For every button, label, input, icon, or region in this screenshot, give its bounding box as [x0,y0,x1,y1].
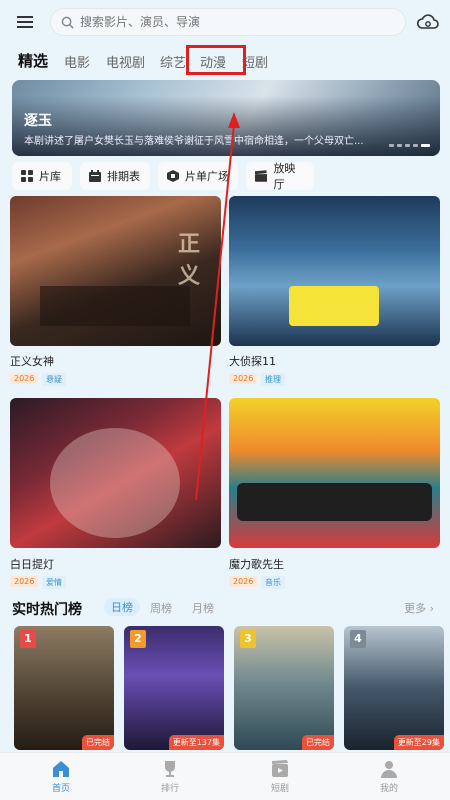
more-link[interactable]: 更多 › [404,600,434,616]
hot-ranking-header: 实时热门榜 日榜 周榜 月榜 更多 › [12,597,438,621]
tab-movies[interactable]: 电影 [64,52,90,71]
highlight-box [186,45,246,75]
poster-title-band [237,483,432,521]
poster-title: 大侦探11 [229,355,276,368]
tab-weekly[interactable]: 周榜 [150,600,172,616]
menu-button[interactable] [10,7,40,37]
home-icon [53,761,69,777]
poster-deco: 正义 [178,232,201,289]
nav-home[interactable]: 首页 [31,759,91,794]
carousel-dot [397,144,402,147]
genre-tag: 悬疑 [42,373,66,386]
year-tag: 2026 [10,373,39,384]
nav-profile[interactable]: 我的 [359,759,419,794]
hot-card[interactable]: 4 更新至29集 [344,626,444,750]
poster-figure [50,428,180,538]
search-icon [61,16,74,29]
carousel-dot [413,144,418,147]
tab-tv-series[interactable]: 电视剧 [106,52,145,71]
rank-badge: 4 [350,630,366,648]
banner-title: 逐玉 [24,113,52,129]
quick-link-cinema[interactable]: 放映厅 [246,162,314,191]
nav-label: 我的 [379,784,398,794]
bottom-navigation: 首页 排行 短剧 我的 [0,752,450,800]
poster-card[interactable]: 正义 [10,196,221,346]
carousel-indicator [389,144,430,147]
carousel-dot-active [421,144,430,147]
film-library-icon [21,170,33,182]
nav-label: 首页 [51,784,70,794]
status-badge: 已完结 [82,735,114,750]
rank-badge: 3 [240,630,256,648]
poster-figure [40,286,190,326]
playlist-icon [167,170,179,182]
banner-description: 本剧讲述了屠户女樊长玉与落难侯爷谢征于风雪中宿命相逢，一个父母双亡... [24,136,364,147]
status-badge: 更新至29集 [393,735,444,750]
tab-featured[interactable]: 精选 [18,50,48,71]
calendar-icon [89,170,101,182]
hamburger-menu-icon [17,16,33,28]
hot-ranking-title: 实时热门榜 [12,602,82,618]
cloud-icon [416,14,439,29]
profile-icon [381,761,397,778]
poster-title: 白日提灯 [10,558,54,571]
nav-ranking[interactable]: 排行 [140,759,200,794]
year-tag: 2026 [10,576,39,587]
featured-banner[interactable]: 逐玉 本剧讲述了屠户女樊长玉与落难侯爷谢征于风雪中宿命相逢，一个父母双亡... [12,80,440,156]
genre-tag: 音乐 [261,576,285,589]
carousel-dot [389,144,394,147]
rank-badge: 2 [130,630,146,648]
quick-link-label: 片库 [39,170,61,183]
quick-link-library[interactable]: 片库 [12,162,72,190]
quick-link-schedule[interactable]: 排期表 [80,162,150,190]
year-tag: 2026 [229,576,258,587]
nav-label: 短剧 [270,784,289,794]
hot-card[interactable]: 1 已完结 [14,626,114,750]
rank-badge: 1 [20,630,36,648]
banner-shade [12,96,440,156]
trophy-icon [165,761,175,777]
tab-variety[interactable]: 综艺 [160,52,186,71]
short-video-icon [272,760,288,777]
poster-card[interactable] [229,398,440,548]
search-input[interactable] [80,15,380,29]
quick-link-label: 排期表 [107,170,140,183]
quick-link-label: 片单广场 [185,170,229,183]
year-tag: 2026 [229,373,258,384]
clapper-icon [255,170,268,182]
hot-card[interactable]: 2 更新至137集 [124,626,224,750]
nav-short-drama[interactable]: 短剧 [250,759,310,794]
more-label: 更多 [404,602,427,615]
quick-link-label: 放映厅 [273,162,296,191]
poster-card[interactable] [10,398,221,548]
poster-card[interactable] [229,196,440,346]
genre-tag: 推理 [261,373,285,386]
search-bar[interactable] [50,8,406,36]
tab-daily[interactable]: 日榜 [104,598,140,616]
hot-card[interactable]: 3 已完结 [234,626,334,750]
status-badge: 更新至137集 [168,735,224,750]
status-badge: 已完结 [302,735,334,750]
poster-title: 正义女神 [10,355,54,368]
genre-tag: 爱情 [42,576,66,589]
poster-logo-block [289,286,379,326]
tab-monthly[interactable]: 月榜 [192,600,214,616]
cloud-sync-button[interactable] [416,10,440,34]
quick-link-playlist-square[interactable]: 片单广场 [158,162,238,190]
poster-title: 魔力歌先生 [229,558,284,571]
chevron-right-icon: › [429,602,434,615]
nav-label: 排行 [160,784,179,794]
carousel-dot [405,144,410,147]
